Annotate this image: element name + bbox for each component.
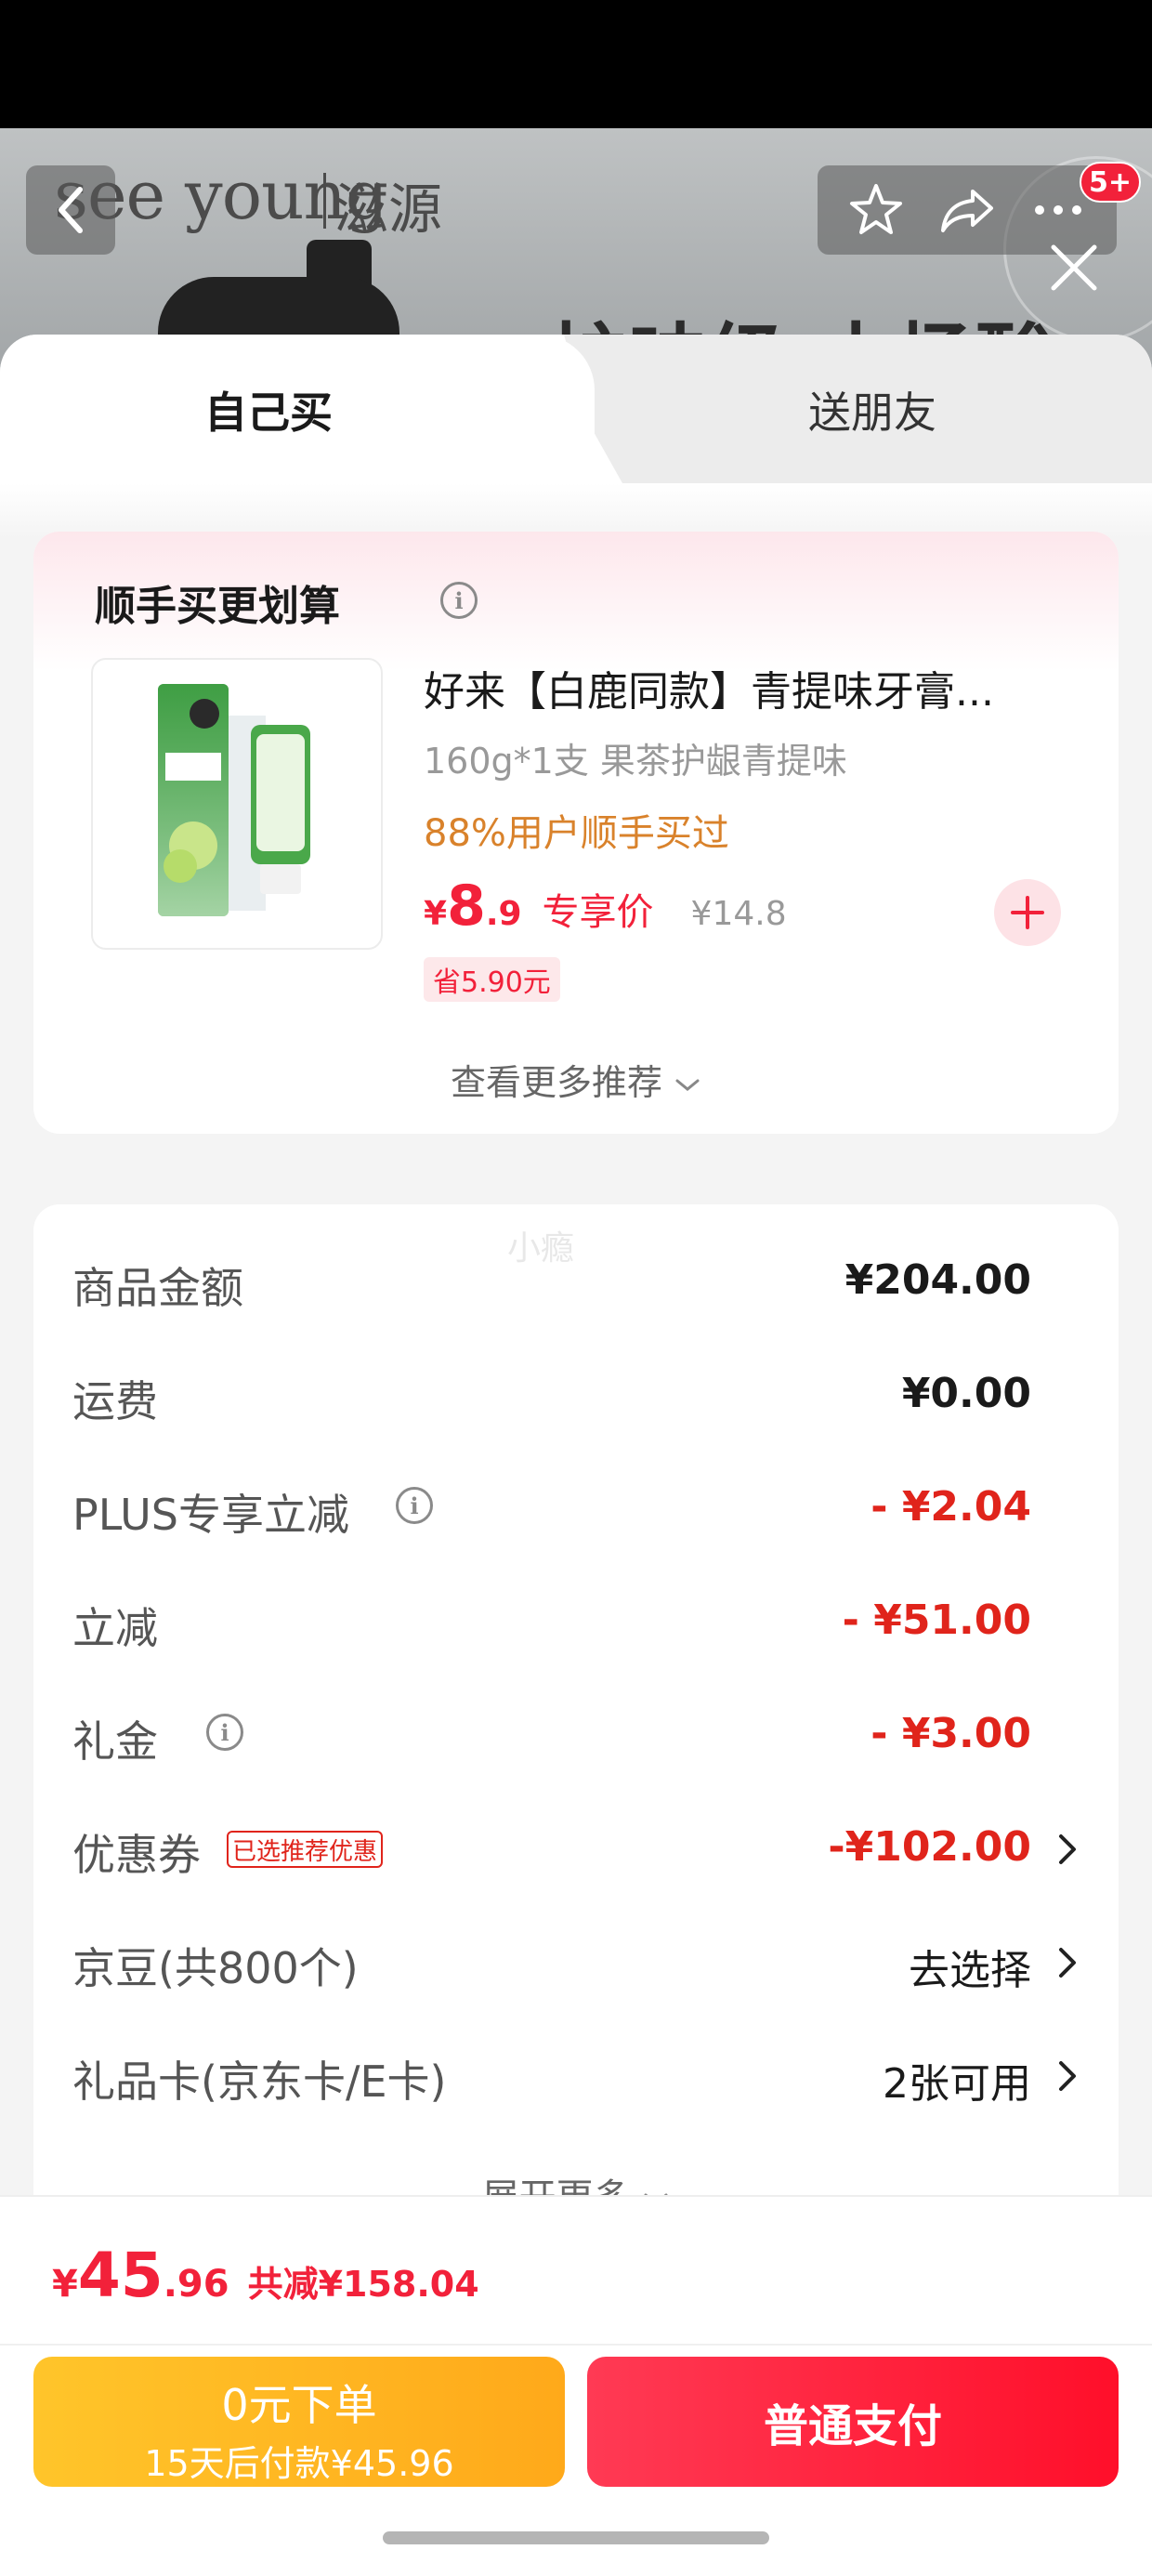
tab-gift-friend[interactable]: 送朋友 [808, 379, 936, 440]
save-amount-tag: 省5.90元 [424, 957, 560, 1002]
info-icon[interactable]: i [440, 582, 478, 619]
pay-now-button[interactable]: 普通支付 [587, 2357, 1119, 2487]
see-more-recommendations[interactable]: 查看更多推荐 [33, 1054, 1119, 1105]
info-icon[interactable]: i [396, 1487, 433, 1524]
price-decimal: .9 [485, 895, 522, 933]
row-label: 优惠券 [72, 1830, 201, 1880]
chevron-right-icon [1059, 1834, 1076, 1864]
pay-later-title: 0元下单 [221, 2380, 377, 2430]
star-icon[interactable] [846, 180, 906, 240]
row-value: - ¥2.04 [871, 1483, 1031, 1531]
product-popularity: 88%用户顺手买过 [424, 812, 729, 855]
row-value: ¥0.00 [901, 1370, 1031, 1417]
see-more-label: 查看更多推荐 [450, 1062, 662, 1103]
coupon-selected-tag: 已选推荐优惠 [227, 1831, 384, 1868]
toothpaste-image [158, 684, 310, 916]
add-to-order-button[interactable] [994, 879, 1061, 946]
purchase-tabs: 自己买 送朋友 [0, 335, 1152, 483]
row-jd-beans[interactable]: 京豆(共800个) 去选择 [33, 1903, 1119, 2017]
sheet-body [0, 483, 1152, 539]
total-decimal: .96 [163, 2263, 229, 2306]
row-instant-discount: 立减 - ¥51.00 [33, 1563, 1119, 1676]
row-label: 运费 [72, 1376, 158, 1426]
back-button[interactable] [26, 165, 115, 255]
chevron-down-icon [675, 1079, 700, 1091]
recommend-card: 顺手买更划算 i 好来【白鹿同款】青提味牙膏... 160g*1支 果茶护龈青提… [33, 532, 1119, 1134]
total-currency: ¥ [52, 2263, 78, 2306]
chevron-right-icon [1059, 2061, 1076, 2091]
row-value: - ¥3.00 [871, 1710, 1031, 1757]
product-spec: 160g*1支 果茶护龈青提味 [424, 741, 847, 782]
row-coupon[interactable]: 优惠券 已选推荐优惠 -¥102.00 [33, 1790, 1119, 1903]
info-icon[interactable]: i [206, 1714, 243, 1751]
row-gift-money: 礼金 i - ¥3.00 [33, 1676, 1119, 1790]
total-integer: 45 [77, 2240, 164, 2311]
row-value: 2张可用 [883, 2060, 1031, 2108]
row-label: 礼品卡(京东卡/E卡) [72, 2057, 447, 2107]
brand-logo-cn: 滋源 [334, 177, 443, 241]
chevron-left-icon [59, 187, 83, 233]
original-price: ¥14.8 [690, 895, 787, 933]
message-badge: 5+ [1080, 162, 1142, 203]
total-price: ¥ 45 .96 共减¥158.04 [52, 2240, 479, 2311]
row-value: ¥204.00 [844, 1256, 1031, 1304]
row-label: 京豆(共800个) [72, 1943, 359, 1993]
more-icon[interactable] [1028, 180, 1088, 240]
status-bar [0, 0, 1152, 128]
row-shipping: 运费 ¥0.00 [33, 1336, 1119, 1450]
chevron-right-icon [1059, 1948, 1076, 1978]
tab-self[interactable]: 自己买 [204, 379, 333, 440]
pay-later-button[interactable]: 0元下单 15天后付款¥45.96 [33, 2357, 565, 2487]
checkout-footer: ¥ 45 .96 共减¥158.04 0元下单 15天后付款¥45.96 普通支… [0, 2195, 1152, 2576]
exclusive-price-label: 专享价 [542, 891, 654, 934]
row-label: PLUS专享立减 [72, 1490, 349, 1540]
total-saved: 共减¥158.04 [247, 2264, 479, 2305]
row-goods-amount: 商品金额 ¥204.00 [33, 1223, 1119, 1336]
product-price-row: ¥ 8 .9 专享价 ¥14.8 [424, 874, 787, 939]
row-label: 礼金 [72, 1716, 158, 1767]
row-label: 立减 [72, 1603, 158, 1653]
price-currency: ¥ [424, 895, 448, 933]
product-name[interactable]: 好来【白鹿同款】青提味牙膏... [424, 658, 1093, 717]
row-value: -¥102.00 [828, 1823, 1031, 1871]
home-indicator [383, 2531, 769, 2544]
share-icon[interactable] [937, 180, 997, 240]
row-label: 商品金额 [72, 1263, 243, 1313]
brand-separator [323, 173, 326, 229]
row-gift-card[interactable]: 礼品卡(京东卡/E卡) 2张可用 [33, 2017, 1119, 2130]
close-icon[interactable] [1044, 238, 1104, 297]
recommend-title: 顺手买更划算 [95, 583, 340, 630]
footer-divider [0, 2344, 1152, 2346]
row-value: - ¥51.00 [842, 1597, 1031, 1644]
row-plus-discount: PLUS专享立减 i - ¥2.04 [33, 1450, 1119, 1563]
price-detail-card: 小瘾 商品金额 ¥204.00 运费 ¥0.00 PLUS专享立减 i - ¥2… [33, 1204, 1119, 2227]
plus-icon [1011, 896, 1044, 929]
price-integer: 8 [447, 874, 486, 939]
row-value: 去选择 [909, 1947, 1031, 1994]
product-thumbnail[interactable] [91, 658, 383, 950]
pay-later-subtitle: 15天后付款¥45.96 [144, 2443, 454, 2484]
